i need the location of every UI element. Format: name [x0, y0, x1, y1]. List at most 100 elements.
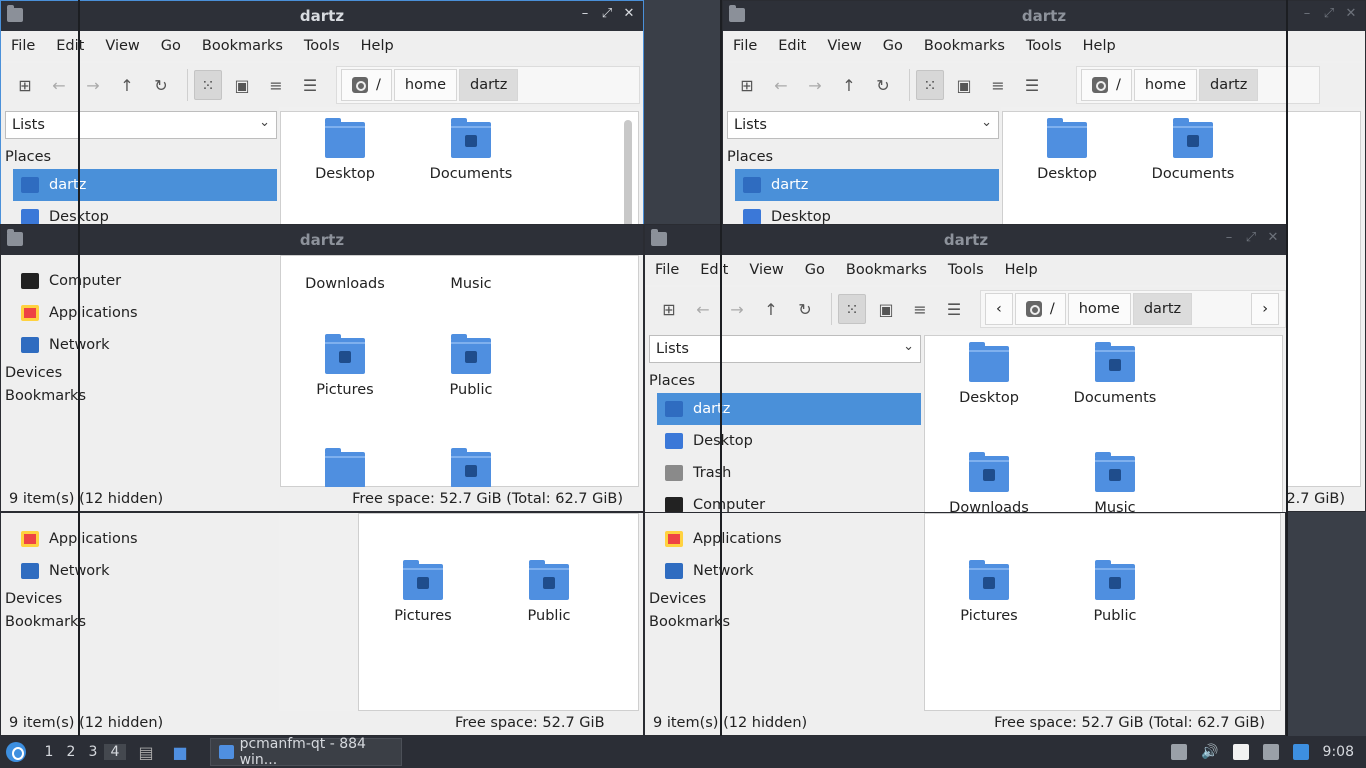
- place-item-trash[interactable]: Trash: [657, 457, 921, 489]
- detail-view-icon[interactable]: ☰: [1018, 70, 1046, 100]
- file-item-documents[interactable]: Documents: [1133, 118, 1253, 182]
- workspace-1[interactable]: 1: [38, 744, 60, 760]
- forward-icon[interactable]: →: [801, 70, 829, 100]
- menu-tools[interactable]: Tools: [304, 38, 352, 54]
- file-item-music[interactable]: Music: [1055, 452, 1175, 516]
- titlebar[interactable]: dartz – ⤢ ✕: [645, 225, 1287, 255]
- file-item-pictures[interactable]: Pictures: [929, 560, 1049, 624]
- crumb-dartz[interactable]: dartz: [459, 69, 519, 101]
- file-manager-window[interactable]: dartz Computer Applications Network Devi…: [0, 224, 644, 512]
- up-icon[interactable]: ↑: [757, 294, 785, 324]
- reload-icon[interactable]: ↻: [147, 70, 175, 100]
- menu-file[interactable]: File: [733, 38, 769, 54]
- menu-file[interactable]: File: [655, 262, 691, 278]
- titlebar[interactable]: dartz: [1, 225, 643, 255]
- file-item-downloads[interactable]: Downloads: [929, 452, 1049, 516]
- file-manager-launcher-icon[interactable]: ▤: [132, 737, 160, 767]
- up-icon[interactable]: ↑: [113, 70, 141, 100]
- crumb-dartz[interactable]: dartz: [1199, 69, 1259, 101]
- menu-help[interactable]: Help: [1083, 38, 1128, 54]
- back-icon[interactable]: ←: [767, 70, 795, 100]
- new-tab-icon[interactable]: ⊞: [11, 70, 39, 100]
- bookmarks-heading[interactable]: Bookmarks: [5, 388, 86, 404]
- devices-heading[interactable]: Devices: [649, 591, 706, 607]
- file-item-public[interactable]: Public: [411, 334, 531, 398]
- crumb-dartz[interactable]: dartz: [1132, 293, 1193, 325]
- maximize-button[interactable]: ⤢: [1321, 6, 1337, 21]
- notes-icon[interactable]: [1232, 744, 1249, 760]
- minimize-button[interactable]: –: [1299, 6, 1315, 21]
- devices-heading[interactable]: Devices: [5, 365, 62, 381]
- crumb-scroll-right[interactable]: ›: [1251, 293, 1279, 325]
- place-item-network[interactable]: Network: [13, 555, 277, 587]
- place-item-desktop[interactable]: Desktop: [657, 425, 921, 457]
- menu-help[interactable]: Help: [361, 38, 406, 54]
- icon-view-icon[interactable]: ⁙: [838, 294, 866, 324]
- menu-go[interactable]: Go: [805, 262, 837, 278]
- bookmarks-heading[interactable]: Bookmarks: [649, 614, 730, 630]
- crumb-home[interactable]: home: [1133, 69, 1197, 101]
- titlebar[interactable]: dartz – ⤢ ✕: [723, 1, 1365, 31]
- file-item-music[interactable]: Music: [411, 276, 531, 292]
- file-view[interactable]: Pictures Public: [924, 513, 1281, 711]
- workspace-4[interactable]: 4: [104, 744, 126, 760]
- file-view[interactable]: Pictures Public: [358, 513, 639, 711]
- place-item-dartz[interactable]: dartz: [735, 169, 999, 201]
- crumb-home[interactable]: home: [393, 69, 457, 101]
- icon-view-icon[interactable]: ⁙: [916, 70, 944, 100]
- reload-icon[interactable]: ↻: [869, 70, 897, 100]
- places-heading[interactable]: Places: [649, 373, 695, 389]
- new-tab-icon[interactable]: ⊞: [733, 70, 761, 100]
- menu-go[interactable]: Go: [161, 38, 193, 54]
- menu-view[interactable]: View: [827, 38, 873, 54]
- clock[interactable]: 9:08: [1323, 744, 1354, 760]
- file-item-desktop[interactable]: Desktop: [1007, 118, 1127, 182]
- place-item-applications[interactable]: Applications: [657, 523, 921, 555]
- file-view[interactable]: Downloads Music Pictures Public: [280, 255, 639, 488]
- thumbnail-view-icon[interactable]: ▣: [228, 70, 256, 100]
- crumb-root[interactable]: /: [341, 69, 392, 101]
- maximize-button[interactable]: ⤢: [1243, 230, 1259, 245]
- place-item-network[interactable]: Network: [13, 329, 277, 361]
- close-button[interactable]: ✕: [1265, 230, 1281, 245]
- places-heading[interactable]: Places: [727, 149, 773, 165]
- workspace-2[interactable]: 2: [60, 744, 82, 760]
- close-button[interactable]: ✕: [1343, 6, 1359, 21]
- menu-bookmarks[interactable]: Bookmarks: [924, 38, 1017, 54]
- file-item-desktop[interactable]: Desktop: [285, 118, 405, 182]
- menu-help[interactable]: Help: [1005, 262, 1050, 278]
- compact-view-icon[interactable]: ≡: [262, 70, 290, 100]
- detail-view-icon[interactable]: ☰: [940, 294, 968, 324]
- taskbar-task-pcmanfm[interactable]: pcmanfm-qt - 884 win...: [210, 736, 402, 768]
- desktop-launcher-icon[interactable]: ■: [166, 737, 194, 767]
- file-item-documents[interactable]: Documents: [1055, 342, 1175, 406]
- crumb-root[interactable]: /: [1081, 69, 1132, 101]
- file-manager-window[interactable]: Applications Network Devices Bookmarks P…: [0, 512, 644, 736]
- menu-edit[interactable]: Edit: [778, 38, 818, 54]
- file-item-desktop[interactable]: Desktop: [929, 342, 1049, 406]
- side-pane-mode-select[interactable]: Lists ⌄: [727, 111, 999, 139]
- file-manager-window[interactable]: Applications Network Devices Bookmarks P…: [644, 512, 1286, 736]
- side-pane-mode-select[interactable]: Lists ⌄: [649, 335, 921, 363]
- menu-file[interactable]: File: [11, 38, 47, 54]
- file-item-downloads[interactable]: Downloads: [285, 276, 405, 292]
- workspace-3[interactable]: 3: [82, 744, 104, 760]
- crumb-scroll-left[interactable]: ‹: [985, 293, 1013, 325]
- detail-view-icon[interactable]: ☰: [296, 70, 324, 100]
- minimize-button[interactable]: –: [577, 6, 593, 21]
- menu-go[interactable]: Go: [883, 38, 915, 54]
- forward-icon[interactable]: →: [723, 294, 751, 324]
- places-heading[interactable]: Places: [5, 149, 51, 165]
- place-item-dartz[interactable]: dartz: [13, 169, 277, 201]
- file-item-pictures[interactable]: Pictures: [363, 560, 483, 624]
- volume-icon[interactable]: 🔊: [1201, 744, 1218, 760]
- menu-view[interactable]: View: [105, 38, 151, 54]
- menu-view[interactable]: View: [749, 262, 795, 278]
- icon-view-icon[interactable]: ⁙: [194, 70, 222, 100]
- close-button[interactable]: ✕: [621, 6, 637, 21]
- crumb-home[interactable]: home: [1067, 293, 1131, 325]
- back-icon[interactable]: ←: [689, 294, 717, 324]
- file-item-documents[interactable]: Documents: [411, 118, 531, 182]
- clipboard-icon[interactable]: [1171, 744, 1188, 760]
- maximize-button[interactable]: ⤢: [599, 6, 615, 21]
